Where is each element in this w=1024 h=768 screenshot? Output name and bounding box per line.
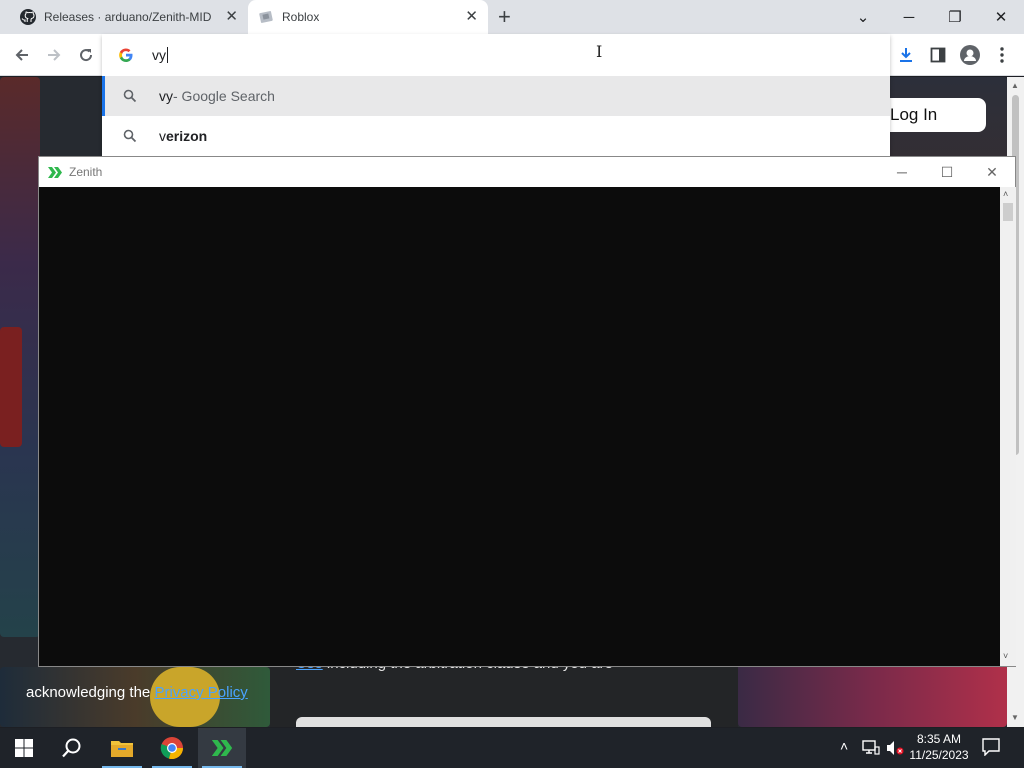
suggestion-prefix: v <box>159 128 166 144</box>
address-bar-text: vy <box>152 47 168 63</box>
scroll-up-icon[interactable]: ˄ <box>1003 189 1008 199</box>
address-bar[interactable]: vy <box>102 34 890 76</box>
windows-logo-icon <box>15 739 33 757</box>
clock-time: 8:35 AM <box>916 732 962 746</box>
kebab-menu-icon <box>1000 47 1004 63</box>
zenith-window: Zenith ─ ☐ ✕ ˄ ˅ <box>38 156 1016 667</box>
windows-taskbar: ˄ 8:35 AM 11/25/2023 <box>0 728 1024 768</box>
download-icon <box>900 48 912 62</box>
privacy-policy-link[interactable]: Privacy Policy <box>154 684 247 701</box>
tab-title: Roblox <box>282 10 320 24</box>
suggestion-suffix: - Google Search <box>173 88 275 104</box>
legal-text-line-2: acknowledging the Privacy Policy <box>26 684 248 701</box>
clock-date: 11/25/2023 <box>909 748 969 762</box>
search-icon <box>62 738 81 758</box>
reload-button[interactable] <box>74 43 98 67</box>
tab-roblox[interactable]: Roblox ✕ <box>248 0 488 34</box>
notifications-icon[interactable] <box>982 738 1000 761</box>
back-arrow-icon <box>15 49 28 61</box>
suggestion-query: vy <box>159 88 173 104</box>
chrome-icon <box>160 737 184 760</box>
zenith-logo-icon <box>48 166 62 178</box>
tab-github-releases[interactable]: Releases · arduano/Zenith-MIDI ✕ <box>8 0 248 34</box>
chrome-button[interactable] <box>148 728 196 768</box>
zenith-minimize-button[interactable]: ─ <box>879 157 925 187</box>
background-art <box>738 657 1007 727</box>
show-hidden-icons-chevron-icon[interactable]: ˄ <box>840 738 848 754</box>
github-icon <box>20 9 36 25</box>
login-button[interactable]: Log In <box>876 98 986 132</box>
suggestion-completion: erizon <box>166 128 208 144</box>
scrollbar-thumb[interactable] <box>1003 203 1013 221</box>
zenith-maximize-button[interactable]: ☐ <box>924 157 970 187</box>
google-icon <box>119 48 133 62</box>
signup-button[interactable] <box>296 717 711 727</box>
search-button[interactable] <box>48 728 96 768</box>
suggestion-verizon[interactable]: v erizon <box>102 116 890 156</box>
zenith-logo-icon <box>211 740 233 756</box>
search-icon <box>123 129 137 143</box>
forward-button[interactable] <box>42 43 66 67</box>
zenith-taskbar-button[interactable] <box>198 728 246 768</box>
background-art <box>0 327 22 447</box>
tab-strip: Releases · arduano/Zenith-MIDI ✕ Roblox … <box>0 0 1024 34</box>
system-clock[interactable]: 8:35 AM 11/25/2023 <box>904 731 974 763</box>
omnibox-dropdown: vy vy - Google Search v erizon <box>102 34 890 158</box>
downloads-button[interactable] <box>895 44 917 66</box>
text-cursor-icon: I <box>596 42 603 61</box>
scroll-down-icon[interactable]: ▼ <box>1011 713 1019 722</box>
forward-arrow-icon <box>48 49 61 61</box>
reload-icon <box>80 49 93 62</box>
close-tab-icon[interactable]: ✕ <box>225 9 238 25</box>
menu-button[interactable] <box>991 44 1013 66</box>
tab-title: Releases · arduano/Zenith-MIDI <box>44 10 212 24</box>
tab-search-button[interactable]: ⌄ <box>840 0 886 34</box>
suggestion-search[interactable]: vy - Google Search <box>102 76 890 116</box>
zenith-render-area[interactable] <box>39 187 1000 666</box>
back-button[interactable] <box>10 43 34 67</box>
volume-muted-icon[interactable] <box>886 740 904 761</box>
folder-icon <box>111 741 133 757</box>
new-tab-button[interactable]: + <box>498 6 511 28</box>
zenith-scrollbar[interactable]: ˄ ˅ <box>1000 187 1016 666</box>
zenith-close-button[interactable]: ✕ <box>969 157 1015 187</box>
scroll-down-icon[interactable]: ˅ <box>1003 651 1008 661</box>
roblox-icon <box>259 11 273 23</box>
close-tab-icon[interactable]: ✕ <box>465 9 478 25</box>
scroll-up-icon[interactable]: ▲ <box>1011 81 1019 90</box>
profile-button[interactable] <box>959 44 981 66</box>
network-icon[interactable] <box>862 740 880 761</box>
zenith-title-bar[interactable]: Zenith <box>39 157 1015 187</box>
search-icon <box>123 89 137 103</box>
side-panel-icon <box>930 47 946 63</box>
restore-button[interactable]: ❐ <box>932 0 978 34</box>
profile-avatar-icon <box>960 45 980 65</box>
side-panel-button[interactable] <box>927 44 949 66</box>
start-button[interactable] <box>0 728 48 768</box>
minimize-button[interactable]: ─ <box>886 0 932 34</box>
zenith-title: Zenith <box>69 165 103 179</box>
close-window-button[interactable]: ✕ <box>978 0 1024 34</box>
file-explorer-button[interactable] <box>98 728 146 768</box>
